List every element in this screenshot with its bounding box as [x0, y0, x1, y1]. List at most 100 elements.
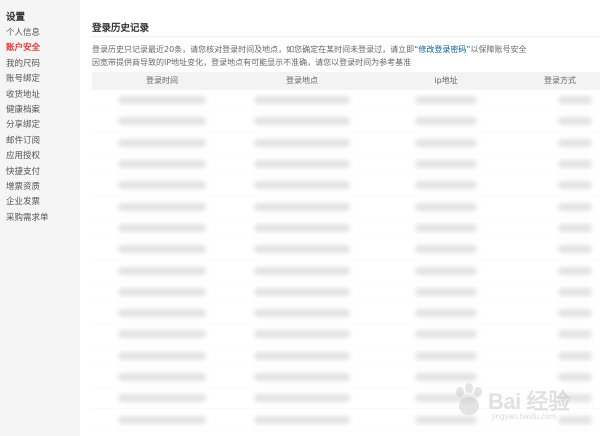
login-location-cell	[232, 175, 372, 195]
change-password-link[interactable]: “修改登录密码”	[414, 45, 470, 54]
table-row	[92, 303, 600, 325]
sidebar-item-email-subscription[interactable]: 邮件订阅	[6, 134, 78, 149]
table-row	[92, 324, 600, 346]
login-method-cell	[520, 239, 600, 259]
login-location-cell	[232, 409, 372, 429]
redacted-value	[415, 96, 477, 105]
redacted-value	[254, 245, 350, 254]
redacted-value	[415, 373, 477, 381]
notice-text-after: 以保障账号安全	[470, 45, 527, 54]
ip-address-cell	[372, 282, 520, 302]
redacted-value	[558, 330, 592, 339]
login-history-panel: 登录历史记录 登录历史只记录最近20条，请您核对登录时间及地点，如您确定在某时间…	[80, 0, 600, 436]
login-time-cell	[92, 388, 232, 408]
sidebar-item-purchase-demand[interactable]: 采购需求单	[6, 211, 78, 226]
table-header: 登录时间 登录地点 ip地址 登录方式	[92, 72, 600, 90]
login-time-cell	[92, 90, 232, 110]
redacted-value	[118, 309, 206, 318]
ip-address-cell	[372, 303, 520, 323]
login-time-cell	[92, 409, 232, 429]
column-header-login-method: 登录方式	[544, 76, 576, 85]
sidebar-title: 设置	[6, 12, 26, 23]
table-row	[92, 133, 600, 154]
ip-address-cell	[372, 196, 520, 216]
login-time-cell	[92, 346, 232, 366]
redacted-value	[118, 266, 206, 275]
sidebar-item-company-invoice[interactable]: 企业发票	[6, 195, 78, 210]
login-location-cell	[232, 133, 372, 153]
login-location-cell	[232, 218, 372, 238]
login-method-cell	[520, 303, 600, 323]
redacted-value	[558, 117, 592, 126]
table-row	[92, 175, 600, 197]
redacted-value	[415, 415, 477, 424]
redacted-value	[415, 245, 477, 254]
redacted-value	[118, 96, 206, 105]
sidebar-item-vat-qualification[interactable]: 增票资质	[6, 180, 78, 195]
ip-address-cell	[372, 175, 520, 195]
redacted-value	[415, 138, 477, 147]
sidebar-item-my-size[interactable]: 我的尺码	[6, 57, 78, 72]
redacted-value	[558, 373, 592, 381]
redacted-value	[118, 245, 206, 254]
login-history-table: 登录时间 登录地点 ip地址 登录方式	[92, 72, 600, 431]
redacted-value	[254, 266, 350, 275]
notice-line-2: 因宽带提供商导致的IP地址变化，登录地点有可能显示不准确，请您以登录时间为参考基…	[92, 58, 412, 67]
table-row	[92, 282, 600, 303]
ip-address-cell	[372, 346, 520, 366]
login-time-cell	[92, 196, 232, 216]
login-location-cell	[232, 346, 372, 366]
sidebar-item-address[interactable]: 收货地址	[6, 88, 78, 103]
ip-address-cell	[372, 324, 520, 344]
ip-address-cell	[372, 90, 520, 110]
redacted-value	[558, 394, 592, 403]
redacted-value	[254, 415, 350, 424]
redacted-value	[254, 138, 350, 147]
redacted-value	[254, 373, 350, 381]
login-location-cell	[232, 90, 372, 110]
redacted-value	[118, 287, 206, 296]
table-row	[92, 239, 600, 261]
redacted-value	[415, 287, 477, 296]
redacted-value	[415, 266, 477, 275]
redacted-value	[558, 223, 592, 232]
login-method-cell	[520, 196, 600, 216]
redacted-value	[415, 223, 477, 232]
ip-address-cell	[372, 111, 520, 131]
redacted-value	[558, 309, 592, 318]
table-row	[92, 409, 600, 431]
login-method-cell	[520, 90, 600, 110]
table-row	[92, 90, 600, 112]
redacted-value	[254, 117, 350, 126]
login-method-cell	[520, 346, 600, 366]
redacted-value	[118, 330, 206, 339]
redacted-value	[118, 415, 206, 424]
table-row	[92, 218, 600, 240]
ip-address-cell	[372, 239, 520, 259]
sidebar-item-quick-pay[interactable]: 快捷支付	[6, 165, 78, 180]
sidebar-item-account-security[interactable]: 账户安全	[6, 41, 78, 56]
sidebar-item-health-record[interactable]: 健康档案	[6, 103, 78, 118]
login-location-cell	[232, 154, 372, 174]
login-method-cell	[520, 111, 600, 131]
redacted-value	[415, 330, 477, 339]
redacted-value	[118, 138, 206, 147]
sidebar-item-share-binding[interactable]: 分享绑定	[6, 118, 78, 133]
redacted-value	[415, 181, 477, 190]
title-divider	[92, 36, 600, 37]
redacted-value	[118, 351, 206, 360]
login-time-cell	[92, 175, 232, 195]
login-time-cell	[92, 111, 232, 131]
sidebar-item-account-binding[interactable]: 账号绑定	[6, 72, 78, 87]
login-location-cell	[232, 239, 372, 259]
redacted-value	[254, 96, 350, 105]
table-row	[92, 260, 600, 282]
login-method-cell	[520, 154, 600, 174]
ip-address-cell	[372, 218, 520, 238]
sidebar-item-profile[interactable]: 个人信息	[6, 26, 78, 41]
redacted-value	[254, 394, 350, 403]
sidebar-item-app-authorization[interactable]: 应用授权	[6, 149, 78, 164]
login-method-cell	[520, 282, 600, 302]
redacted-value	[558, 351, 592, 360]
redacted-value	[254, 160, 350, 169]
